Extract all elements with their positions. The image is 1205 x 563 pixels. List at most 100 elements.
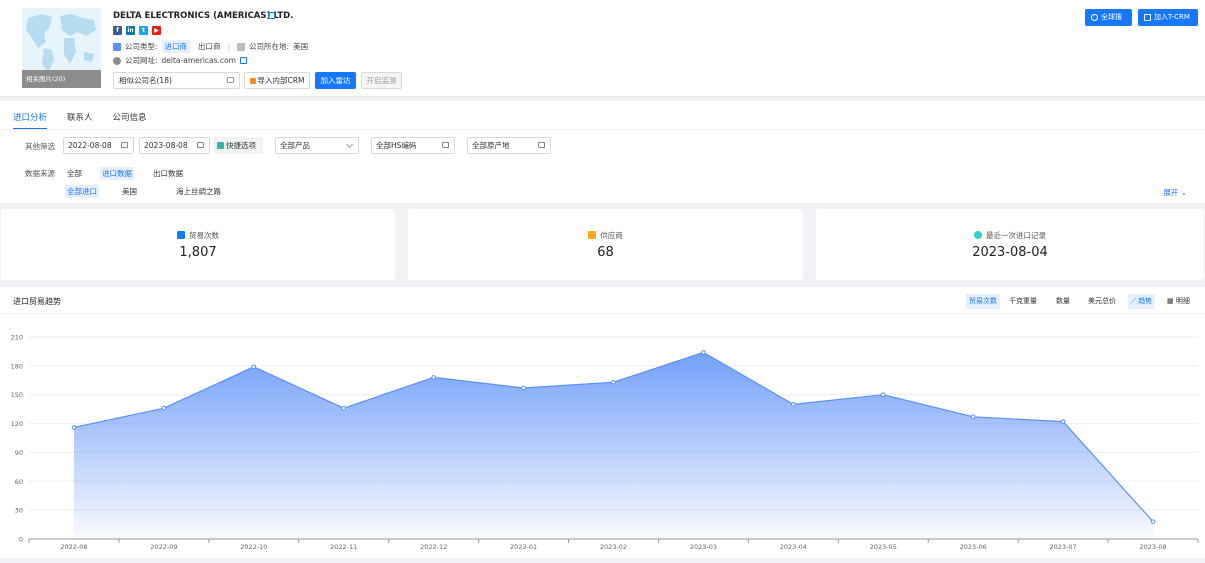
building-icon — [227, 77, 234, 83]
y-tick-label: 120 — [11, 420, 23, 428]
stat-label: 最近一次进口记录 — [986, 231, 1046, 240]
exporter-tag: 出口商 — [198, 42, 221, 51]
x-tick-label: 2022-09 — [150, 543, 177, 551]
clock-icon — [974, 231, 982, 239]
crm-icon — [1144, 14, 1151, 21]
stat-value: 1,807 — [179, 245, 217, 260]
bar-chart-icon — [177, 231, 185, 239]
data-point — [251, 364, 257, 370]
hs-code-value: 全部HS编码 — [376, 141, 417, 150]
expand-label: 展开 — [1163, 188, 1179, 197]
x-tick-label: 2022-12 — [420, 543, 447, 551]
stat-label: 供应商 — [600, 231, 623, 240]
import-crm-label: 导入内部CRM — [257, 76, 305, 85]
add-tcrm-label: 加入T-CRM — [1154, 13, 1190, 21]
sub-usa[interactable]: 美国 — [120, 185, 139, 198]
source-export[interactable]: 出口数据 — [151, 167, 185, 180]
hs-code-select[interactable]: 全部HS编码 — [371, 137, 455, 154]
global-search-button[interactable]: 全球搜 — [1085, 9, 1132, 26]
data-point — [341, 405, 347, 411]
stat-label: 贸易次数 — [189, 231, 219, 240]
tab-import-analysis[interactable]: 进口分析 — [13, 111, 48, 130]
monitor-button[interactable]: 开启监测 — [361, 72, 402, 89]
x-tick-label: 2023-03 — [690, 543, 717, 551]
y-tick-label: 210 — [11, 334, 23, 342]
import-crm-button[interactable]: 导入内部CRM — [244, 72, 310, 89]
data-point — [1060, 419, 1066, 424]
youtube-icon[interactable]: ▶ — [152, 26, 161, 35]
chevron-down-icon: ⌄ — [1180, 188, 1187, 197]
origin-value: 全部原产地 — [472, 141, 510, 150]
add-radar-button[interactable]: 加入雷达 — [315, 72, 356, 89]
company-name: DELTA ELECTRONICS (AMERICAS) LTD. — [113, 11, 294, 21]
location-label: 公司所在地: — [249, 42, 290, 51]
calendar-icon — [197, 142, 204, 148]
copy-icon[interactable] — [268, 12, 275, 19]
global-search-label: 全球搜 — [1101, 13, 1122, 21]
sub-silk-road[interactable]: 海上丝绸之路 — [174, 185, 223, 198]
x-tick-label: 2023-02 — [600, 543, 627, 551]
store-icon — [588, 231, 597, 239]
crm-icon — [249, 78, 256, 84]
data-point — [701, 350, 706, 355]
data-point — [970, 414, 976, 420]
product-select[interactable]: 全部产品 — [275, 137, 359, 154]
expand-button[interactable]: 展开 ⌄ — [1163, 187, 1187, 198]
similar-companies-select[interactable]: 相似公司名(18) — [113, 72, 240, 89]
data-point — [431, 375, 436, 380]
linkedin-icon[interactable]: in — [126, 26, 135, 35]
website-row: 公司网址: delta-americas.com — [113, 55, 247, 66]
calendar-icon — [121, 142, 128, 148]
building-icon — [113, 42, 121, 51]
company-header: 相关图片(20) DELTA ELECTRONICS (AMERICAS) LT… — [0, 0, 1205, 97]
data-point — [1150, 519, 1156, 524]
list-icon — [442, 142, 449, 148]
quick-options-button[interactable]: 快捷选项 — [214, 137, 263, 154]
tab-contacts[interactable]: 联系人 — [67, 111, 93, 130]
tab-company-info[interactable]: 公司信息 — [113, 111, 147, 130]
location-icon — [237, 42, 246, 51]
source-import[interactable]: 进口数据 — [100, 167, 134, 180]
x-tick-label: 2023-06 — [960, 543, 987, 551]
list-icon — [538, 142, 545, 148]
stat-trade-count: 贸易次数 1,807 — [1, 209, 395, 280]
x-tick-label: 2022-08 — [60, 543, 87, 551]
sub-all-import[interactable]: 全部进口 — [65, 185, 99, 198]
copy-icon[interactable] — [239, 57, 247, 64]
similar-companies-label: 相似公司名(18) — [119, 76, 172, 85]
y-tick-label: 180 — [11, 362, 23, 370]
globe-icon — [113, 56, 121, 65]
end-date-value: 2023-08-08 — [144, 141, 188, 150]
facebook-icon[interactable]: f — [113, 26, 122, 35]
y-tick-label: 60 — [15, 478, 23, 486]
data-point — [521, 385, 526, 391]
x-tick-label: 2023-05 — [870, 543, 897, 551]
data-point — [880, 392, 886, 398]
website-link[interactable]: delta-americas.com — [162, 56, 236, 65]
data-point — [71, 425, 77, 430]
x-tick-label: 2023-04 — [780, 543, 807, 551]
divider: | — [227, 42, 231, 51]
company-type-label: 公司类型: — [125, 42, 158, 51]
divider — [0, 129, 1205, 130]
website-label: 公司网址: — [125, 56, 158, 65]
photos-caption[interactable]: 相关图片(20) — [22, 70, 101, 88]
start-date-field[interactable]: 2022-08-08 — [63, 137, 134, 154]
x-tick-label: 2023-07 — [1050, 543, 1077, 551]
twitter-icon[interactable]: t — [139, 26, 148, 35]
other-filters-label: 其他筛选 — [25, 142, 55, 151]
trade-trend-card: 进口贸易趋势 贸易次数 千克重量 数量 美元总价 ⟋ 趋势 ▦ 明细 0 30 60… — [0, 287, 1205, 558]
social-links: f in t ▶ — [113, 26, 161, 35]
source-all[interactable]: 全部 — [65, 167, 84, 180]
quick-options-label: 快捷选项 — [226, 141, 256, 150]
add-tcrm-button[interactable]: 加入T-CRM — [1138, 9, 1198, 26]
origin-select[interactable]: 全部原产地 — [467, 137, 551, 154]
location-value: 美国 — [293, 42, 309, 51]
calendar-icon — [217, 142, 224, 149]
data-source-label: 数据来源 — [25, 169, 55, 178]
company-type-row: 公司类型: 进口商 出口商 | 公司所在地: 美国 — [113, 40, 308, 53]
x-tick-label: 2022-11 — [330, 543, 357, 551]
end-date-field[interactable]: 2023-08-08 — [139, 137, 210, 154]
y-tick-label: 30 — [15, 507, 23, 515]
product-value: 全部产品 — [280, 141, 310, 150]
